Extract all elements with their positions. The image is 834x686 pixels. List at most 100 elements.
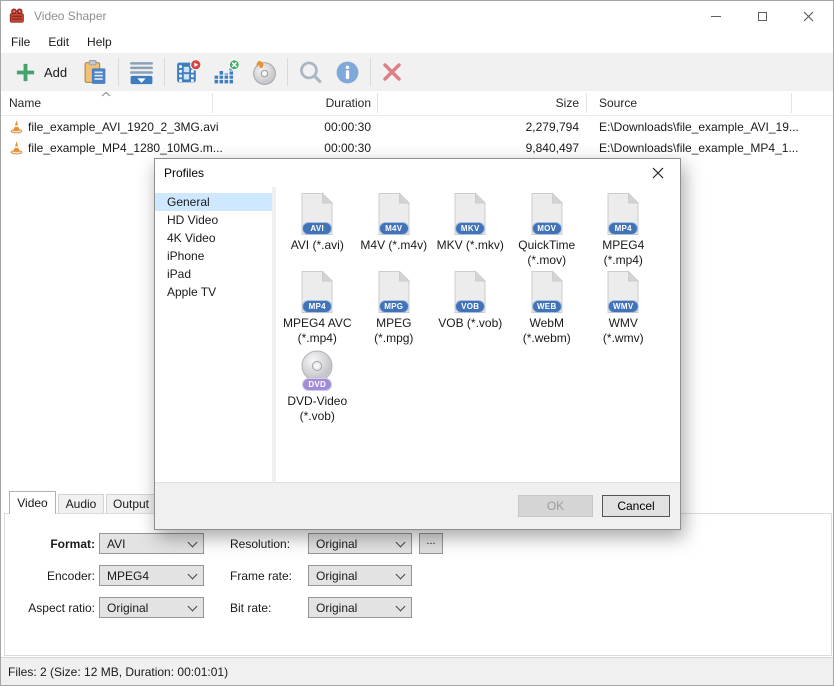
profile-grid: AVI AVI (*.avi) M4V M4V (*.m4v) MKV <box>276 187 680 483</box>
info-icon <box>334 59 361 86</box>
framerate-select[interactable]: Original <box>308 565 412 586</box>
chevron-down-icon <box>396 569 406 579</box>
category-hd-video[interactable]: HD Video <box>155 211 272 229</box>
encoder-select[interactable]: MPEG4 <box>99 565 204 586</box>
menu-edit[interactable]: Edit <box>40 32 77 53</box>
profile-item-vob[interactable]: VOB VOB (*.vob) <box>432 270 509 348</box>
category-iphone[interactable]: iPhone <box>155 247 272 265</box>
delete-icon <box>380 60 404 84</box>
ok-button[interactable]: OK <box>518 495 593 517</box>
format-select[interactable]: AVI <box>99 533 204 554</box>
profile-item-m4v[interactable]: M4V M4V (*.m4v) <box>356 192 433 270</box>
add-button-label: Add <box>44 65 67 80</box>
profile-label: MPEG (*.mpg) <box>358 316 430 346</box>
profile-category-list: General HD Video 4K Video iPhone iPad Ap… <box>155 187 272 483</box>
file-source: E:\Downloads\file_example_AVI_19... <box>599 120 799 134</box>
column-divider <box>212 93 213 113</box>
output-options-button[interactable] <box>123 55 160 89</box>
title-bar: Video Shaper <box>1 1 833 31</box>
category-general[interactable]: General <box>155 193 272 211</box>
sort-ascending-icon <box>100 91 112 97</box>
chevron-down-icon <box>188 569 198 579</box>
menu-file[interactable]: File <box>3 32 38 53</box>
minimize-button[interactable] <box>693 1 739 31</box>
aspect-ratio-select[interactable]: Original <box>99 597 204 618</box>
header-name[interactable]: Name <box>9 96 41 110</box>
toolbar-separator <box>118 58 119 86</box>
paste-button[interactable] <box>77 55 114 89</box>
dialog-close-button[interactable] <box>640 159 676 187</box>
format-label: Format: <box>7 537 95 551</box>
profile-item-quicktime[interactable]: MOV QuickTime (*.mov) <box>509 192 586 270</box>
header-source[interactable]: Source <box>599 96 637 110</box>
aspect-ratio-label: Aspect ratio: <box>7 601 95 615</box>
table-row[interactable]: file_example_AVI_1920_2_3MG.avi 00:00:30… <box>1 116 833 137</box>
profile-label: VOB (*.vob) <box>438 316 502 331</box>
tab-output[interactable]: Output <box>106 494 156 513</box>
audio-options-button[interactable] <box>207 55 245 89</box>
bitrate-select[interactable]: Original <box>308 597 412 618</box>
burn-disc-button[interactable] <box>245 55 283 89</box>
header-size[interactable]: Size <box>381 96 579 110</box>
add-button[interactable]: Add <box>9 55 77 89</box>
profile-item-mpeg4-avc[interactable]: MP4 MPEG4 AVC (*.mp4) <box>279 270 356 348</box>
column-divider <box>586 93 587 113</box>
close-icon <box>652 167 664 179</box>
profile-item-wmv[interactable]: WMV WMV (*.wmv) <box>585 270 662 348</box>
column-divider <box>791 93 792 113</box>
search-button[interactable] <box>292 55 329 89</box>
file-duration: 00:00:30 <box>221 141 371 155</box>
profile-item-dvd-video[interactable]: DVD DVD-Video (*.vob) <box>279 348 356 426</box>
add-icon <box>14 61 37 84</box>
bitrate-value: Original <box>316 601 357 615</box>
category-apple-tv[interactable]: Apple TV <box>155 283 272 301</box>
profile-item-webm[interactable]: WEB WebM (*.webm) <box>509 270 586 348</box>
app-logo-icon <box>9 8 26 24</box>
toolbar: Add <box>1 53 833 92</box>
file-type-icon: MOV <box>528 192 566 236</box>
close-icon <box>803 11 814 22</box>
profile-label: MPEG4 AVC (*.mp4) <box>281 316 353 346</box>
encoder-value: MPEG4 <box>107 569 149 583</box>
profile-item-mkv[interactable]: MKV MKV (*.mkv) <box>432 192 509 270</box>
maximize-button[interactable] <box>739 1 785 31</box>
toolbar-separator <box>164 58 165 86</box>
resolution-select[interactable]: Original <box>308 533 412 554</box>
resolution-label: Resolution: <box>230 537 308 551</box>
file-type-icon: MP4 <box>298 270 336 314</box>
file-type-icon: VOB <box>451 270 489 314</box>
profile-label: AVI (*.avi) <box>291 238 344 253</box>
dialog-body: General HD Video 4K Video iPhone iPad Ap… <box>155 187 680 483</box>
profile-label: QuickTime (*.mov) <box>511 238 583 268</box>
profile-item-mpeg4[interactable]: MP4 MPEG4 (*.mp4) <box>585 192 662 270</box>
category-ipad[interactable]: iPad <box>155 265 272 283</box>
info-button[interactable] <box>329 55 366 89</box>
toolbar-separator <box>370 58 371 86</box>
header-duration[interactable]: Duration <box>221 96 371 110</box>
chevron-down-icon <box>396 601 406 611</box>
search-icon <box>297 59 324 86</box>
profile-item-mpeg[interactable]: MPG MPEG (*.mpg) <box>356 270 433 348</box>
format-value: AVI <box>107 537 125 551</box>
file-duration: 00:00:30 <box>221 120 371 134</box>
format-badge: MKV <box>455 222 485 235</box>
cancel-button[interactable]: Cancel <box>602 495 670 517</box>
tab-audio[interactable]: Audio <box>58 494 104 513</box>
format-badge: MPG <box>379 300 409 313</box>
dialog-title-bar: Profiles <box>155 159 680 187</box>
table-row[interactable]: file_example_MP4_1280_10MG.m... 00:00:30… <box>1 137 833 158</box>
tab-video[interactable]: Video <box>9 491 56 514</box>
profile-item-avi[interactable]: AVI AVI (*.avi) <box>279 192 356 270</box>
menu-help[interactable]: Help <box>79 32 120 53</box>
profiles-dialog: Profiles General HD Video 4K Video iPhon… <box>154 158 681 530</box>
close-button[interactable] <box>785 1 831 31</box>
profile-label: MKV (*.mkv) <box>437 238 504 253</box>
category-4k-video[interactable]: 4K Video <box>155 229 272 247</box>
delete-button[interactable] <box>375 55 409 89</box>
minimize-icon <box>711 16 721 17</box>
format-badge: MOV <box>532 222 562 235</box>
profile-label: WMV (*.wmv) <box>587 316 659 346</box>
video-options-button[interactable] <box>169 55 207 89</box>
resolution-more-button[interactable]: ... <box>419 533 443 554</box>
dialog-title: Profiles <box>164 166 204 180</box>
